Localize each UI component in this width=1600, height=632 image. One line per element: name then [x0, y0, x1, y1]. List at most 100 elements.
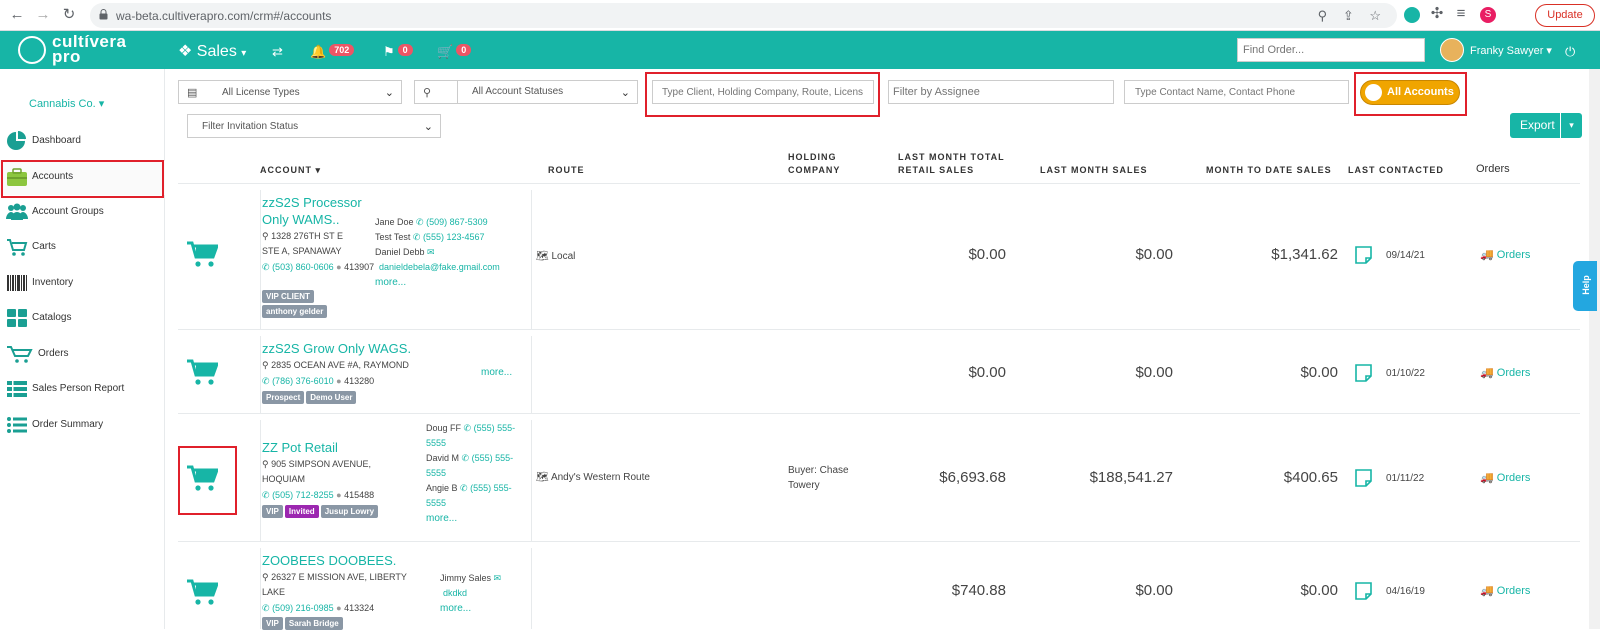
note-icon[interactable] [1355, 582, 1372, 600]
phone-icon: ✆ [262, 262, 270, 272]
account-name[interactable]: ZOOBEES DOOBEES. [262, 552, 396, 569]
contact-email[interactable]: dkdkd [443, 588, 467, 598]
power-icon[interactable]: ⏻ [1565, 44, 1575, 60]
table-row: zzS2S Grow Only WAGS. ⚲ 2835 OCEAN AVE #… [178, 330, 1580, 414]
status-badge: VIP CLIENT [262, 290, 314, 303]
column-route: ROUTE [548, 165, 585, 175]
route-cell: 🗺 Andy's Western Route [536, 472, 650, 483]
update-button[interactable]: Update [1535, 4, 1595, 27]
column-account[interactable]: ACCOUNT ▾ [260, 164, 321, 177]
month-to-date-value: $0.00 [1300, 364, 1338, 381]
sidebar-item-inventory[interactable]: Inventory [0, 267, 165, 301]
holding-company-cell: Buyer: Chase Towery [788, 465, 849, 491]
account-contacts: Doug FF ✆ (555) 555- 5555 David M ✆ (555… [426, 423, 516, 524]
phone-icon: ✆ [262, 603, 270, 613]
map-marker-icon: ⚲ [262, 360, 269, 370]
note-icon[interactable] [1355, 246, 1372, 264]
last-month-sales-value: $0.00 [1135, 364, 1173, 381]
account-phone: ✆ (503) 860-0606 ● 413907 [262, 262, 375, 272]
vertical-scrollbar[interactable] [1589, 69, 1600, 629]
note-icon[interactable] [1355, 469, 1372, 487]
forward-arrow-icon[interactable]: → [34, 6, 52, 24]
account-status-select[interactable]: ⚲ All Account Statuses ⌄ [414, 80, 638, 104]
caret-down-icon[interactable]: ▾ [1560, 113, 1582, 138]
address-bar[interactable]: wa-beta.cultiverapro.com/crm#/accounts ⚲… [90, 3, 1397, 28]
reading-list-icon[interactable]: ≡ [1452, 5, 1470, 23]
column-holding: HOLDING COMPANY [788, 152, 841, 175]
sidebar-item-order-summary[interactable]: Order Summary [0, 409, 165, 443]
last-month-retail-value: $6,693.68 [939, 469, 1006, 486]
account-name[interactable]: zzS2S Processor Only WAMS.. [262, 194, 362, 228]
sidebar-item-account-groups[interactable]: Account Groups [0, 196, 165, 230]
help-tab[interactable]: Help [1573, 261, 1597, 311]
caret-down-icon: ▾ [241, 48, 247, 59]
reload-icon[interactable]: ↻ [60, 6, 78, 24]
last-month-sales-value: $0.00 [1135, 582, 1173, 599]
account-contacts: Jane Doe ✆ (509) 867-5309 Test Test ✆ (5… [375, 217, 500, 288]
cart-button[interactable]: 🛒 0 [437, 44, 472, 60]
table-icon [7, 381, 27, 397]
sidebar-item-carts[interactable]: Carts [0, 231, 165, 265]
more-link[interactable]: more... [375, 277, 406, 288]
orders-link[interactable]: 🚚 Orders [1480, 471, 1530, 484]
share-icon[interactable]: ⇪ [1343, 8, 1354, 23]
add-to-cart-icon[interactable] [186, 240, 218, 268]
sidebar-item-catalogs[interactable]: Catalogs [0, 302, 165, 336]
search-icon: ⚲ [423, 87, 432, 99]
invited-badge: Invited [284, 505, 319, 518]
grid-icon [7, 309, 27, 327]
account-address: ⚲ 905 SIMPSON AVENUE, HOQUIAM [262, 459, 371, 484]
sales-module-menu[interactable]: ❖ Sales ▾ [178, 41, 246, 61]
contact-search-input[interactable] [1124, 80, 1349, 104]
add-to-cart-icon[interactable] [186, 358, 218, 386]
orders-link[interactable]: 🚚 Orders [1480, 366, 1530, 379]
account-tags: VIP Invited Jusup Lowry [262, 505, 380, 520]
company-selector[interactable]: Cannabis Co. ▾ [29, 97, 104, 110]
table-row: zzS2S Processor Only WAMS.. ⚲ 1328 276TH… [178, 184, 1580, 330]
sidebar-item-sales-person-report[interactable]: Sales Person Report [0, 373, 165, 407]
status-badge: Jusup Lowry [320, 505, 379, 518]
last-contacted-date: 01/10/22 [1386, 368, 1425, 379]
assignee-filter-input[interactable] [888, 80, 1114, 104]
extension-icon[interactable] [1404, 7, 1420, 23]
status-badge: anthony gelder [262, 305, 328, 318]
envelope-icon: ✉ [427, 247, 435, 257]
add-to-cart-icon[interactable] [186, 578, 218, 606]
lock-icon [99, 9, 108, 20]
orders-link[interactable]: 🚚 Orders [1480, 248, 1530, 261]
account-name[interactable]: ZZ Pot Retail [262, 439, 338, 456]
invitation-status-select[interactable]: Filter Invitation Status ⌄ [187, 114, 441, 138]
account-phone: ✆ (786) 376-6010 ● 413280 [262, 376, 375, 386]
account-tags: VIP Sarah Bridge [262, 617, 345, 632]
chevron-down-icon: ⌄ [423, 121, 433, 133]
more-link[interactable]: more... [481, 367, 512, 378]
orders-link[interactable]: 🚚 Orders [1480, 584, 1530, 597]
url-text: wa-beta.cultiverapro.com/crm#/accounts [116, 9, 332, 23]
note-icon[interactable] [1355, 364, 1372, 382]
notifications-button[interactable]: 🔔 702 [310, 44, 355, 60]
more-link[interactable]: more... [426, 513, 457, 524]
bookmark-star-icon[interactable]: ☆ [1369, 8, 1381, 23]
account-phone: ✆ (505) 712-8255 ● 415488 [262, 490, 375, 500]
flag-icon: ⚑ [383, 44, 395, 59]
license-type-select[interactable]: ▤ All License Types ⌄ [178, 80, 402, 104]
export-button[interactable]: Export ▾ [1510, 113, 1582, 138]
puzzle-icon[interactable]: ✣ [1428, 5, 1446, 23]
profile-avatar[interactable]: S [1480, 7, 1496, 23]
transfer-icon[interactable]: ⇄ [272, 44, 283, 60]
last-month-retail-value: $0.00 [968, 246, 1006, 263]
flags-button[interactable]: ⚑ 0 [383, 44, 413, 60]
cart-icon: 🛒 [437, 44, 454, 59]
zoom-icon[interactable]: ⚲ [1318, 8, 1328, 23]
sidebar-item-dashboard[interactable]: Dashboard [0, 125, 165, 159]
shopping-cart-icon [7, 346, 33, 363]
account-tags: Prospect Demo User [262, 391, 358, 406]
back-arrow-icon[interactable]: ← [8, 6, 26, 24]
sidebar-item-orders[interactable]: Orders [0, 338, 165, 372]
status-badge: Demo User [306, 391, 357, 404]
contact-email[interactable]: danieldebela@fake.gmail.com [379, 262, 500, 272]
map-icon: 🗺 [536, 472, 549, 483]
account-name[interactable]: zzS2S Grow Only WAGS. [262, 340, 411, 357]
find-order-input[interactable] [1237, 38, 1425, 62]
more-link[interactable]: more... [440, 603, 471, 614]
